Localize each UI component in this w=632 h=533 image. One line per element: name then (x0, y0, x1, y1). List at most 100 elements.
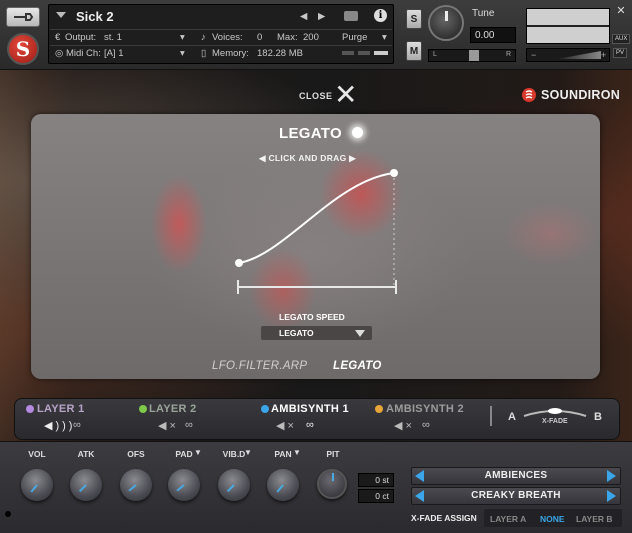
close-label[interactable]: CLOSE (299, 91, 333, 101)
tab-legato[interactable]: LEGATO (333, 360, 382, 372)
ambisynth-2-link-icon[interactable]: ∞ (422, 419, 433, 431)
layer-2-color-dot (139, 405, 147, 413)
pitch-cents-value[interactable]: 0 ct (358, 489, 394, 503)
ambisynth-1-link-icon[interactable]: ∞ (306, 419, 317, 431)
soundiron-brand-text: SOUNDIRON (541, 88, 621, 102)
midi-icon: ◎ (55, 48, 64, 59)
xfade-label: X-FADE (542, 418, 568, 425)
ambisynth-2-mute-icon[interactable]: ◀× (394, 419, 415, 432)
chevron-down-icon[interactable]: ▼ (293, 448, 301, 457)
midi-label: Midi Ch: (66, 48, 101, 59)
xfade-b-label: B (594, 411, 602, 423)
layer-2-mute-icon[interactable]: ◀× (158, 419, 179, 432)
purge-dropdown-icon[interactable]: ▾ (382, 32, 387, 43)
xfade-assign-layer-b[interactable]: LAYER B (576, 514, 613, 524)
curve-start-handle[interactable] (235, 259, 243, 267)
knob-label-atk: ATK (77, 449, 95, 459)
wrench-icon[interactable] (6, 7, 40, 27)
soundiron-brand-icon (522, 88, 536, 102)
memory-value: 182.28 MB (257, 48, 303, 59)
pan-right-label: R (506, 51, 512, 58)
pan-slider[interactable]: L R (428, 49, 516, 62)
knob-pan[interactable] (267, 469, 299, 501)
camera-icon[interactable] (344, 11, 358, 21)
legato-power-toggle[interactable] (352, 127, 363, 138)
memory-icon: ▯ (201, 48, 207, 59)
knob-indicator (176, 484, 185, 492)
category-next-icon[interactable] (607, 470, 616, 482)
info-icon[interactable]: i (374, 9, 387, 22)
knob-atk[interactable] (70, 469, 102, 501)
purge-indicator (342, 51, 354, 55)
close-x-icon[interactable]: ✕ (334, 81, 358, 109)
divider (50, 45, 392, 46)
status-dot (5, 511, 11, 517)
close-instrument-icon[interactable]: ✕ (614, 4, 628, 18)
max-voices-value[interactable]: 200 (303, 32, 319, 43)
level-meter (526, 8, 610, 44)
chevron-down-icon[interactable]: ▼ (244, 448, 252, 457)
soundiron-logo-icon: S (7, 33, 39, 65)
volume-max-icon: + (601, 50, 607, 60)
ambisynth-2-color-dot (375, 405, 383, 413)
tune-knob[interactable] (428, 5, 464, 41)
collapse-arrow-icon[interactable] (56, 12, 66, 18)
preset-next-icon[interactable] (607, 490, 616, 502)
category-name[interactable]: AMBIENCES (411, 470, 621, 481)
knob-label-vol: VOL (28, 449, 46, 459)
mute-button[interactable]: M (406, 41, 422, 61)
legato-curve-editor[interactable] (225, 160, 410, 300)
ambisynth-1-color-dot (261, 405, 269, 413)
xfade-assign-label: X-FADE ASSIGN (411, 513, 477, 523)
ambisynth-1-mute-icon[interactable]: ◀× (276, 419, 297, 432)
layer-2-link-icon[interactable]: ∞ (185, 419, 196, 431)
xfade-assign-none[interactable]: NONE (540, 514, 565, 524)
pan-handle[interactable] (469, 50, 479, 61)
knob-pit[interactable] (317, 469, 347, 499)
midi-dropdown-icon[interactable]: ▾ (180, 48, 185, 59)
solo-button[interactable]: S (406, 9, 422, 29)
xfade-a-label: A (508, 411, 516, 423)
pitch-semitones-value[interactable]: 0 st (358, 473, 394, 487)
voices-value: 0 (257, 32, 263, 43)
ambisynth-1-name[interactable]: AMBISYNTH 1 (271, 403, 349, 415)
knob-indicator (276, 484, 284, 493)
knob-indicator (78, 484, 87, 493)
purge-label[interactable]: Purge (342, 32, 367, 43)
layer-1-color-dot (26, 405, 34, 413)
next-instrument-icon[interactable]: ▶ (318, 11, 325, 22)
xfade-assign-layer-a[interactable]: LAYER A (490, 514, 526, 524)
volume-slider[interactable]: − + (526, 48, 610, 62)
curve-end-handle[interactable] (390, 169, 398, 177)
output-icon: € (55, 32, 61, 43)
layer-1-speaker-icon[interactable]: ◀))) (44, 419, 75, 432)
prev-instrument-icon[interactable]: ◀ (300, 11, 307, 22)
midi-channel-value[interactable]: [A] 1 (104, 48, 124, 59)
knob-ofs[interactable] (120, 469, 152, 501)
layer-1-name[interactable]: LAYER 1 (37, 403, 85, 415)
output-value[interactable]: st. 1 (104, 32, 122, 43)
knob-vibd[interactable] (218, 469, 250, 501)
knob-indicator (128, 484, 137, 492)
legato-curve[interactable] (238, 172, 395, 264)
output-dropdown-icon[interactable]: ▾ (180, 32, 185, 43)
legato-speed-value[interactable]: LEGATO (279, 328, 314, 338)
chevron-down-icon[interactable] (355, 330, 365, 337)
preset-name[interactable]: CREAKY BREATH (411, 490, 621, 501)
layer-2-name[interactable]: LAYER 2 (149, 403, 197, 415)
pv-button[interactable]: PV (613, 48, 628, 58)
tab-lfo-filter-arp[interactable]: LFO.FILTER.ARP (212, 360, 307, 372)
pan-left-label: L (433, 51, 437, 58)
xfade-handle[interactable] (548, 408, 562, 414)
xfade-slider[interactable] (522, 404, 588, 418)
knob-vol[interactable] (21, 469, 53, 501)
chevron-down-icon[interactable]: ▼ (194, 448, 202, 457)
instrument-name[interactable]: Sick 2 (76, 9, 114, 24)
knob-pad[interactable] (168, 469, 200, 501)
divider (490, 406, 492, 426)
layer-1-link-icon[interactable]: ∞ (73, 419, 84, 431)
volume-min-icon: − (531, 50, 537, 60)
ambisynth-2-name[interactable]: AMBISYNTH 2 (386, 403, 464, 415)
tune-value[interactable]: 0.00 (470, 27, 516, 43)
aux-button[interactable]: AUX (612, 34, 631, 44)
